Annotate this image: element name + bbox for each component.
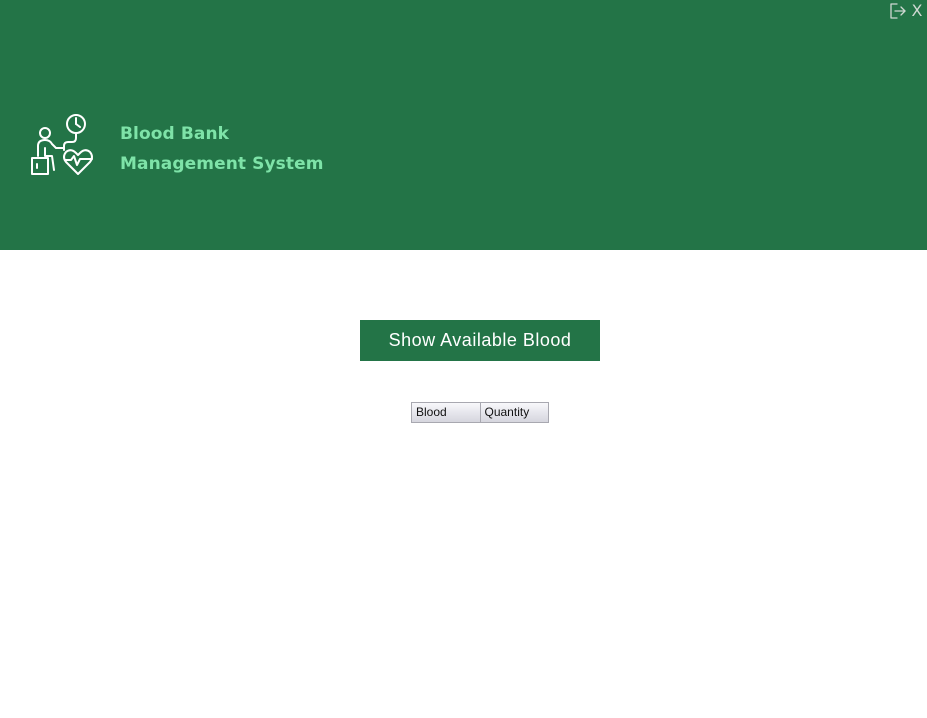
- blood-table-header: Blood Quantity: [411, 402, 549, 423]
- logout-icon[interactable]: [889, 2, 907, 20]
- column-header-blood[interactable]: Blood: [412, 403, 480, 422]
- blood-pressure-patient-icon: [31, 114, 93, 175]
- header-banner: Blood Bank Management System X: [0, 0, 927, 250]
- column-header-quantity[interactable]: Quantity: [479, 403, 548, 422]
- app-title-line-1: Blood Bank: [120, 124, 230, 144]
- app-window: Blood Bank Management System X Show Avai…: [0, 0, 927, 718]
- app-title-line-2: Management System: [120, 154, 324, 174]
- show-available-blood-button[interactable]: Show Available Blood: [360, 320, 600, 361]
- close-button[interactable]: X: [909, 1, 925, 21]
